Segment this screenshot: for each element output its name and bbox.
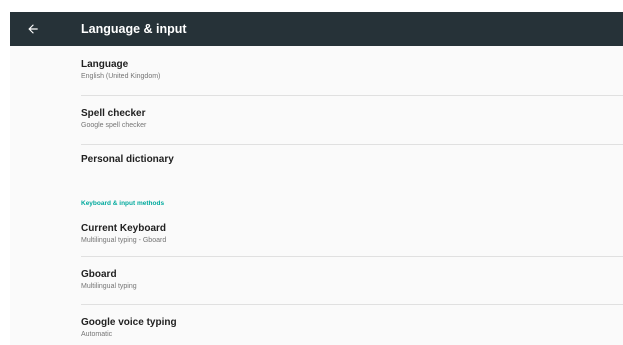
spell-checker-title: Spell checker xyxy=(81,108,146,119)
page-title: Language & input xyxy=(81,22,187,36)
back-button[interactable] xyxy=(22,18,44,40)
divider xyxy=(81,144,623,145)
divider xyxy=(81,304,623,305)
divider xyxy=(81,95,623,96)
google-voice-typing-item[interactable]: Google voice typing Automatic xyxy=(81,317,623,345)
toolbar: Language & input xyxy=(10,12,623,46)
gboard-item[interactable]: Gboard Multilingual typing xyxy=(81,269,623,305)
language-item[interactable]: Language English (United Kingdom) xyxy=(81,59,623,95)
language-title: Language xyxy=(81,59,129,70)
section-header-keyboard: Keyboard & input methods xyxy=(81,200,165,207)
gboard-summary: Multilingual typing xyxy=(81,283,137,290)
google-voice-typing-title: Google voice typing xyxy=(81,317,177,328)
current-keyboard-summary: Multilingual typing - Gboard xyxy=(81,237,167,244)
current-keyboard-item[interactable]: Current Keyboard Multilingual typing - G… xyxy=(81,223,623,257)
settings-screen: Language & input Language English (Unite… xyxy=(10,12,623,345)
google-voice-typing-summary: Automatic xyxy=(81,331,113,338)
personal-dictionary-item[interactable]: Personal dictionary xyxy=(81,154,623,184)
divider xyxy=(81,256,623,257)
language-summary: English (United Kingdom) xyxy=(81,73,161,80)
preferences-list: Language English (United Kingdom) Spell … xyxy=(10,46,623,345)
arrow-back-icon xyxy=(28,24,38,34)
spell-checker-summary: Google spell checker xyxy=(81,122,147,129)
gboard-title: Gboard xyxy=(81,269,117,280)
current-keyboard-title: Current Keyboard xyxy=(81,223,167,234)
personal-dictionary-title: Personal dictionary xyxy=(81,154,174,165)
spell-checker-item[interactable]: Spell checker Google spell checker xyxy=(81,108,623,144)
